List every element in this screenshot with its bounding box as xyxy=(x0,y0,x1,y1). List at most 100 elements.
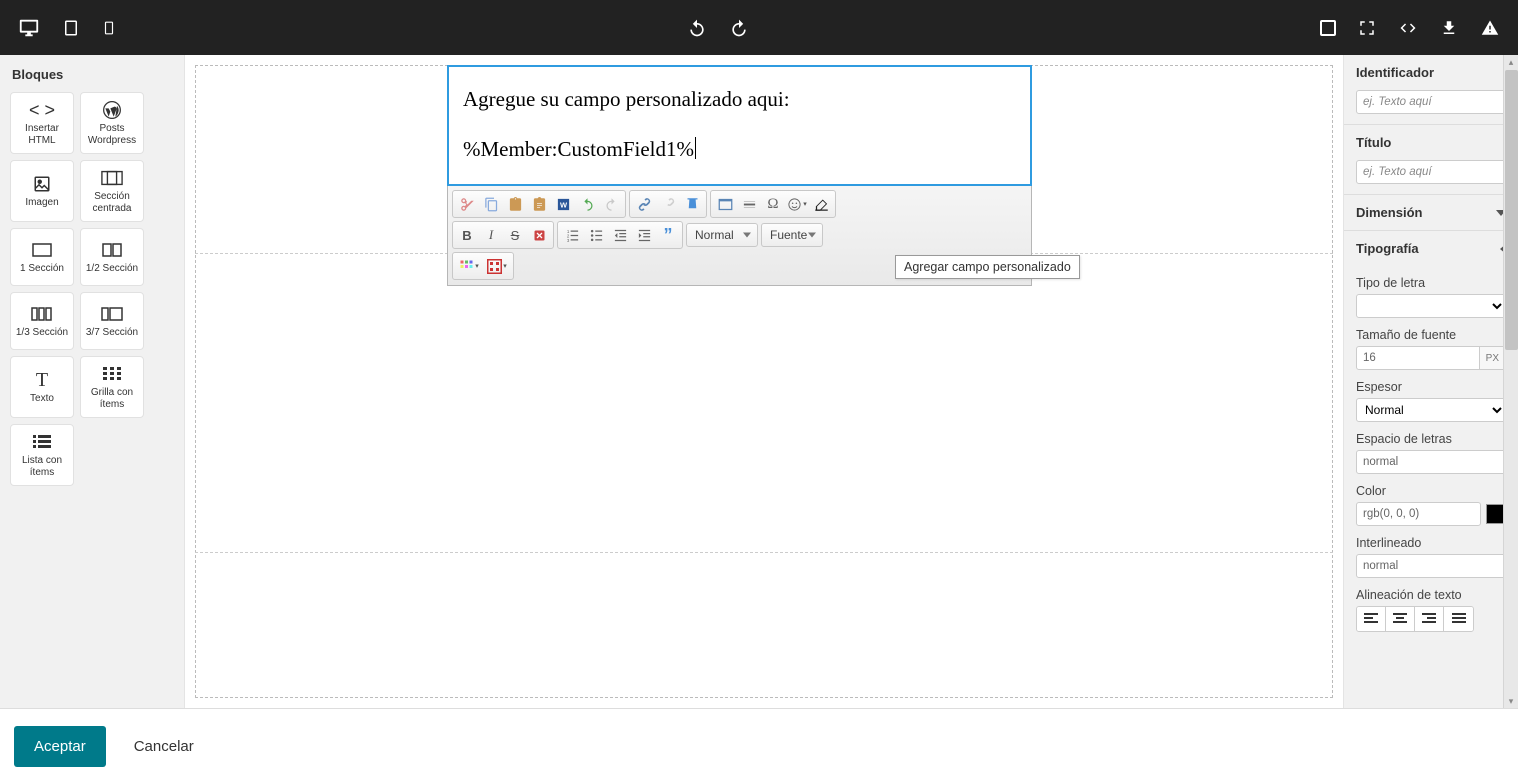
font-size-label: Tamaño de fuente xyxy=(1356,328,1506,342)
outline-icon[interactable] xyxy=(1320,20,1336,36)
accept-button[interactable]: Aceptar xyxy=(14,726,106,767)
code-icon[interactable] xyxy=(1398,19,1418,37)
tool-buttons xyxy=(1320,19,1500,37)
cut-button[interactable] xyxy=(455,193,479,215)
outdent-button[interactable] xyxy=(608,224,632,246)
identifier-input[interactable] xyxy=(1356,90,1506,114)
block-list-items[interactable]: Lista con ítems xyxy=(10,424,74,486)
block-1-section[interactable]: 1 Sección xyxy=(10,228,74,286)
letter-spacing-input[interactable] xyxy=(1356,450,1506,474)
redo-icon[interactable] xyxy=(729,18,749,38)
title-input[interactable] xyxy=(1356,160,1506,184)
download-icon[interactable] xyxy=(1440,19,1458,37)
anchor-button[interactable] xyxy=(680,193,704,215)
indent-button[interactable] xyxy=(632,224,656,246)
warning-icon[interactable] xyxy=(1480,19,1500,37)
scroll-up-icon[interactable]: ▴ xyxy=(1504,55,1518,69)
textcolor-button[interactable]: ▾ xyxy=(455,255,483,277)
align-left-button[interactable] xyxy=(1357,607,1386,631)
paste-text-button[interactable] xyxy=(527,193,551,215)
undo-icon[interactable] xyxy=(687,18,707,38)
font-type-label: Tipo de letra xyxy=(1356,276,1506,290)
align-right-button[interactable] xyxy=(1415,607,1444,631)
text-icon: T xyxy=(36,369,48,391)
bullist-button[interactable] xyxy=(584,224,608,246)
line-height-input[interactable] xyxy=(1356,554,1506,578)
font-size-input[interactable] xyxy=(1356,346,1480,370)
centered-icon xyxy=(101,167,123,189)
text-editor-block: Agregue su campo personalizado aqui: %Me… xyxy=(447,65,1032,286)
block-insert-html[interactable]: < >Insertar HTML xyxy=(10,92,74,154)
svg-text:3: 3 xyxy=(566,238,569,243)
scroll-thumb[interactable] xyxy=(1505,70,1518,350)
canvas-row-outline xyxy=(195,253,1333,553)
emoji-button[interactable]: ▾ xyxy=(785,193,809,215)
weight-select[interactable]: Normal xyxy=(1356,398,1506,422)
mobile-icon[interactable] xyxy=(102,19,116,37)
block-third-section[interactable]: 1/3 Sección xyxy=(10,292,74,350)
cancel-button[interactable]: Cancelar xyxy=(134,738,194,755)
device-switcher xyxy=(18,17,116,39)
undo-button[interactable] xyxy=(575,193,599,215)
tooltip-custom-field: Agregar campo personalizado xyxy=(895,255,1080,279)
blockquote-button[interactable]: ” xyxy=(656,224,680,246)
editor-line-2: %Member:CustomField1% xyxy=(463,137,694,161)
block-centered-section[interactable]: Sección centrada xyxy=(80,160,144,222)
font-select[interactable]: Fuente xyxy=(761,223,823,247)
unlink-button[interactable] xyxy=(656,193,680,215)
hr-button[interactable] xyxy=(737,193,761,215)
section-title: Título xyxy=(1344,125,1518,195)
section-identifier-header[interactable]: Identificador xyxy=(1344,55,1518,90)
strike-button[interactable]: S xyxy=(503,224,527,246)
right-panel: Identificador Título Dimensión Tipografí… xyxy=(1343,55,1518,708)
scroll-down-icon[interactable]: ▾ xyxy=(1504,694,1518,708)
right-scrollbar[interactable]: ▴ ▾ xyxy=(1503,55,1518,708)
paste-word-button[interactable]: W xyxy=(551,193,575,215)
numlist-button[interactable]: 123 xyxy=(560,224,584,246)
grid-icon xyxy=(103,363,121,385)
block-posts-wordpress[interactable]: Posts Wordpress xyxy=(80,92,144,154)
list-icon xyxy=(33,431,51,453)
section-identifier: Identificador xyxy=(1344,55,1518,125)
bgcolor-button[interactable]: ▾ xyxy=(483,255,511,277)
specialchar-button[interactable]: Ω xyxy=(761,193,785,215)
removeformat-button[interactable] xyxy=(527,224,551,246)
block-half-section[interactable]: 1/2 Sección xyxy=(80,228,144,286)
section-title-header[interactable]: Título xyxy=(1344,125,1518,160)
section-dimension-header[interactable]: Dimensión xyxy=(1344,195,1518,230)
block-text[interactable]: TTexto xyxy=(10,356,74,418)
paste-button[interactable] xyxy=(503,193,527,215)
copy-button[interactable] xyxy=(479,193,503,215)
wordpress-icon xyxy=(102,99,122,121)
italic-button[interactable]: I xyxy=(479,224,503,246)
text-cursor xyxy=(695,137,696,159)
block-grid-items[interactable]: Grilla con ítems xyxy=(80,356,144,418)
section-typography-header[interactable]: Tipografía xyxy=(1344,231,1518,266)
canvas[interactable]: Agregue su campo personalizado aqui: %Me… xyxy=(185,55,1343,708)
image-icon xyxy=(33,173,51,195)
link-button[interactable] xyxy=(632,193,656,215)
image-button[interactable] xyxy=(713,193,737,215)
footer: Aceptar Cancelar xyxy=(0,708,1518,783)
bold-button[interactable]: B xyxy=(455,224,479,246)
tablet-icon[interactable] xyxy=(62,19,80,37)
format-select[interactable]: Normal xyxy=(686,223,758,247)
svg-text:W: W xyxy=(559,201,567,210)
align-justify-button[interactable] xyxy=(1444,607,1473,631)
color-input[interactable] xyxy=(1356,502,1481,526)
editor-content[interactable]: Agregue su campo personalizado aqui: %Me… xyxy=(447,65,1032,186)
font-type-select[interactable] xyxy=(1356,294,1506,318)
fullscreen-icon[interactable] xyxy=(1358,19,1376,37)
redo-button[interactable] xyxy=(599,193,623,215)
desktop-icon[interactable] xyxy=(18,17,40,39)
block-37-section[interactable]: 3/7 Sección xyxy=(80,292,144,350)
letter-spacing-label: Espacio de letras xyxy=(1356,432,1506,446)
block-image[interactable]: Imagen xyxy=(10,160,74,222)
text-align-label: Alineación de texto xyxy=(1356,588,1506,602)
section-typography: Tipografía Tipo de letra Tamaño de fuent… xyxy=(1344,231,1518,642)
history-controls xyxy=(687,18,749,38)
section-37-icon xyxy=(101,303,123,325)
custom-field-button[interactable] xyxy=(809,193,833,215)
align-center-button[interactable] xyxy=(1386,607,1415,631)
section-dimension: Dimensión xyxy=(1344,195,1518,231)
